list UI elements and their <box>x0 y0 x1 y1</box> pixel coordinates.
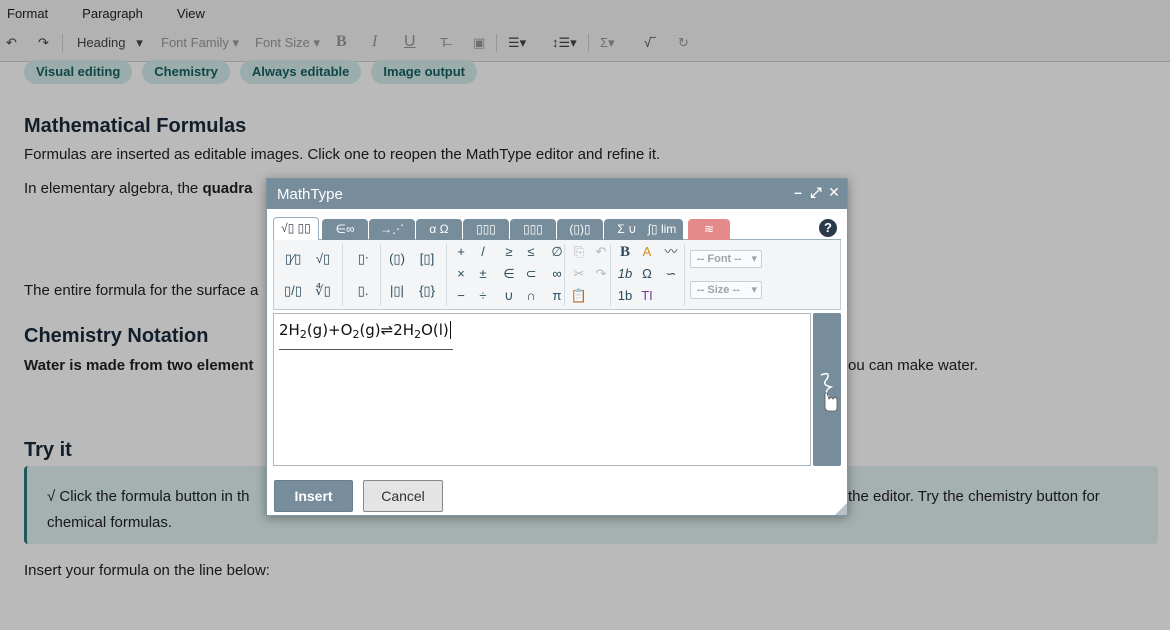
omega-icon[interactable]: Ω <box>636 265 658 283</box>
bevelled-fraction-icon[interactable]: ▯/▯ <box>282 282 304 300</box>
tab-scripts[interactable]: ▯▯▯ <box>510 219 556 240</box>
nth-root-icon[interactable]: ∜▯ <box>312 282 334 300</box>
special-chars-icon[interactable]: ∽ <box>660 265 682 283</box>
size-select[interactable]: -- Size -- ▾ <box>690 281 762 299</box>
dialog-controls: – ⤢ ✕ <box>791 184 841 201</box>
hand-pointer-icon <box>820 372 838 412</box>
tab-general[interactable]: √▯ ▯▯ <box>273 217 319 241</box>
tab-matrices[interactable]: ▯▯▯ <box>463 219 509 240</box>
minus-symbol[interactable]: − <box>450 287 472 305</box>
dialog-title-bar[interactable]: MathType – ⤢ ✕ <box>267 179 847 209</box>
formula-text: 2H2(g)+O2(g)⇌2H2O(l) <box>279 321 451 341</box>
copy-icon[interactable]: ⎘ <box>568 243 590 261</box>
maximize-icon[interactable]: ⤢ <box>809 184 823 201</box>
parentheses-icon[interactable]: (▯) <box>386 250 408 268</box>
undo-icon[interactable]: ↶ <box>590 243 612 261</box>
union-symbol[interactable]: ∪ <box>498 287 520 305</box>
element-of-symbol[interactable]: ∈ <box>498 265 520 283</box>
redo-icon[interactable]: ↷ <box>590 265 612 283</box>
tab-decorations[interactable]: (▯)▯ <box>557 219 603 240</box>
handwriting-toggle[interactable] <box>813 313 841 466</box>
divide-symbol[interactable]: ÷ <box>472 287 494 305</box>
handwriting-icon[interactable]: 〰 <box>660 243 682 261</box>
tab-chemistry[interactable]: ≋ <box>688 219 730 240</box>
help-icon[interactable]: ? <box>819 219 837 237</box>
palette-divider <box>684 244 685 306</box>
close-icon[interactable]: ✕ <box>827 184 841 201</box>
sqrt-template-icon[interactable]: √▯ <box>312 250 334 268</box>
superscript-icon[interactable]: ▯ᐧ <box>352 250 374 268</box>
font-select[interactable]: -- Font -- ▾ <box>690 250 762 268</box>
formula-baseline <box>279 349 453 350</box>
insert-button[interactable]: Insert <box>274 480 353 512</box>
plus-minus-symbol[interactable]: ± <box>472 265 494 283</box>
slash-symbol[interactable]: / <box>472 243 494 261</box>
intersection-symbol[interactable]: ∩ <box>520 287 542 305</box>
mathtype-dialog: MathType – ⤢ ✕ √▯ ▯▯ ∈∞ →⋰ α Ω ▯▯▯ ▯▯▯ (… <box>266 178 848 516</box>
palette-divider <box>380 244 381 306</box>
fraction-icon[interactable]: ▯⁄▯ <box>282 250 304 268</box>
absolute-value-icon[interactable]: |▯| <box>386 282 408 300</box>
palette-divider <box>342 244 343 306</box>
subset-symbol[interactable]: ⊂ <box>520 265 542 283</box>
leq-symbol[interactable]: ≤ <box>520 243 542 261</box>
times-symbol[interactable]: × <box>450 265 472 283</box>
color-icon[interactable]: A <box>636 243 658 261</box>
cancel-button[interactable]: Cancel <box>363 480 443 512</box>
subscript-icon[interactable]: ▯. <box>352 282 374 300</box>
bold-style-button[interactable]: B <box>614 243 636 261</box>
dialog-title: MathType <box>277 186 343 203</box>
symbol-tabs: √▯ ▯▯ ∈∞ →⋰ α Ω ▯▯▯ ▯▯▯ (▯)▯ Σ ∪ ∫▯ lim … <box>273 217 841 241</box>
italic-style-button[interactable]: 1b <box>614 265 636 283</box>
formula-edit-area[interactable]: 2H2(g)+O2(g)⇌2H2O(l) <box>273 313 811 466</box>
palette-divider <box>446 244 447 306</box>
geq-symbol[interactable]: ≥ <box>498 243 520 261</box>
tab-symbols[interactable]: ∈∞ <box>322 219 368 240</box>
brackets-icon[interactable]: [▯] <box>416 250 438 268</box>
palette-divider <box>564 244 565 306</box>
cut-icon[interactable]: ✂ <box>568 265 590 283</box>
resize-grip[interactable] <box>835 503 847 515</box>
palette-divider <box>610 244 611 306</box>
text-mode-button[interactable]: TI <box>636 287 658 305</box>
tab-calculus[interactable]: ∫▯ lim <box>641 219 683 240</box>
paste-icon[interactable]: 📋 <box>568 287 590 305</box>
minimize-icon[interactable]: – <box>791 184 805 201</box>
braces-icon[interactable]: {▯} <box>416 282 438 300</box>
tab-greek[interactable]: α Ω <box>416 219 462 240</box>
normal-style-button[interactable]: 1b <box>614 287 636 305</box>
tab-arrows[interactable]: →⋰ <box>369 219 415 240</box>
symbol-palette: ▯⁄▯ √▯ ▯/▯ ∜▯ ▯ᐧ ▯. (▯) [▯] |▯| {▯} + / … <box>273 240 841 310</box>
plus-symbol[interactable]: + <box>450 243 472 261</box>
